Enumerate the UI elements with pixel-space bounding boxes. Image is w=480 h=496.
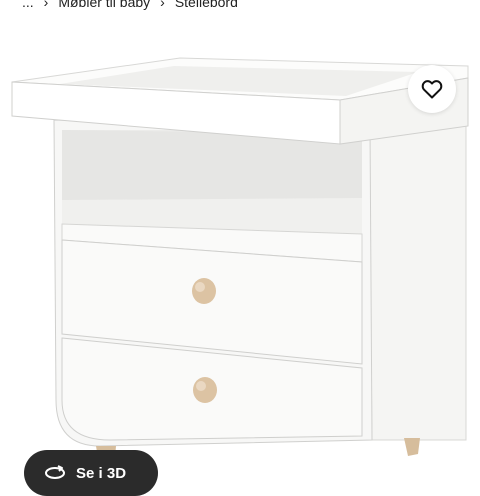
heart-icon (421, 80, 443, 99)
product-image-changing-table (11, 57, 469, 470)
breadcrumb: ... › Møbler til baby › Stellebord (22, 0, 238, 12)
rotate-3d-icon (45, 465, 65, 479)
breadcrumb-item-changing-table[interactable]: Stellebord (175, 0, 238, 10)
favorite-button[interactable] (408, 65, 456, 113)
breadcrumb-item-baby-furniture[interactable]: Møbler til baby (58, 0, 150, 10)
chevron-right-icon: › (43, 0, 49, 10)
breadcrumb-ellipsis[interactable]: ... (22, 0, 34, 10)
view-in-3d-button[interactable]: Se i 3D (24, 450, 158, 496)
chevron-right-icon: › (160, 0, 165, 10)
view-in-3d-label: Se i 3D (76, 464, 127, 482)
